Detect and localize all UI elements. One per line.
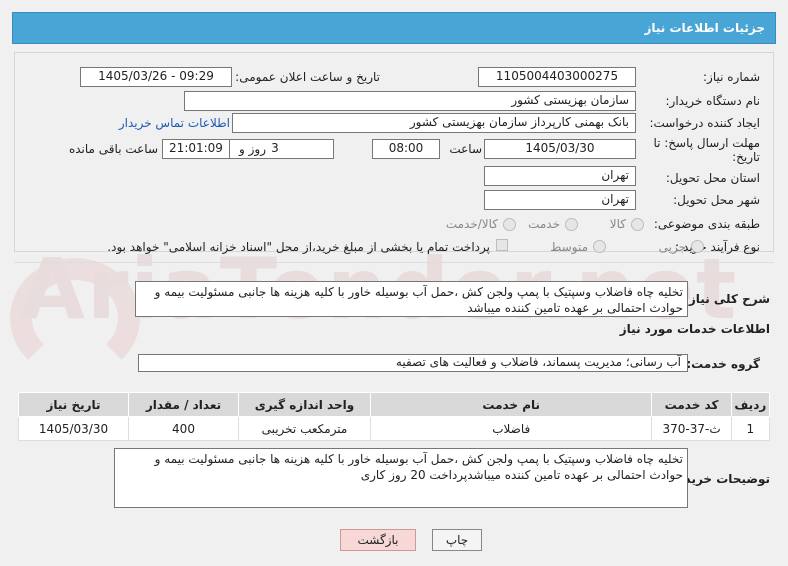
deadline-date-field[interactable]: 1405/03/30 [484,139,636,159]
remaining-time-field[interactable]: 21:01:09 [162,139,230,159]
table-header-row: ردیف کد خدمت نام خدمت واحد اندازه گیری ت… [17,392,771,417]
process-radio-medium[interactable] [593,240,606,253]
divider-1 [14,262,774,263]
col-date: تاریخ نیاز [17,392,130,417]
service-group-field[interactable]: آب رسانی؛ مدیریت پسماند، فاضلاب و فعالیت… [138,354,688,372]
contact-info-link[interactable]: اطلاعات تماس خریدار [119,116,230,130]
print-button[interactable]: چاپ [432,529,482,551]
time-label: ساعت [449,142,482,156]
buyer-notes-textarea[interactable]: تخلیه چاه فاضلاب وسپتیک با پمپ ولجن کش ،… [114,448,688,508]
city-field[interactable]: تهران [484,190,636,210]
cell-unit: مترمکعب تخریبی [237,416,371,441]
back-button[interactable]: بازگشت [340,529,416,551]
deadline-label: مهلت ارسال پاسخ: تا [653,136,760,150]
watermark-logo [10,258,140,378]
col-unit: واحد اندازه گیری [237,392,371,417]
process-label: نوع فرآیند خرید : [675,240,760,254]
cell-name: فاضلاب [369,416,653,441]
category-option-goods: کالا [609,217,626,231]
payment-note: پرداخت تمام یا بخشی از مبلغ خرید،از محل … [107,240,490,254]
announce-field[interactable]: 1405/03/26 - 09:29 [80,67,232,87]
category-option-service: خدمت [528,217,560,231]
category-radio-both[interactable] [503,218,516,231]
page-title: جزئیات اطلاعات نیاز [12,12,776,44]
treasury-checkbox[interactable] [496,239,508,251]
process-radio-minor[interactable] [691,240,704,253]
need-number-field[interactable]: 1105004403000275 [478,67,636,87]
remaining-label: ساعت باقی مانده [68,142,158,156]
deadline-date-label: تاریخ: [732,150,760,164]
category-option-both: کالا/خدمت [445,217,498,231]
buyer-org-label: نام دستگاه خریدار: [665,94,761,108]
need-number-label: شماره نیاز: [703,70,760,84]
province-field[interactable]: تهران [484,166,636,186]
services-table: ردیف کد خدمت نام خدمت واحد اندازه گیری ت… [17,392,771,441]
cell-row: 1 [730,416,771,441]
process-option-minor: جزیی [658,240,686,254]
col-row: ردیف [730,392,771,417]
days-field[interactable]: 3 [216,139,334,159]
deadline-time-field[interactable]: 08:00 [372,139,440,159]
process-option-medium: متوسط [550,240,588,254]
buyer-org-field[interactable]: سازمان بهزیستی کشور [184,91,636,111]
creator-label: ایجاد کننده درخواست: [649,116,760,130]
summary-label: شرح کلی نیاز: [684,292,770,306]
province-label: استان محل تحویل: [665,171,760,185]
category-label: طبقه بندی موضوعی: [653,217,760,231]
announce-label: تاریخ و ساعت اعلان عمومی: [235,70,380,84]
cell-date: 1405/03/30 [17,416,130,441]
services-section-title: اطلاعات خدمات مورد نیاز [619,322,770,336]
service-group-label: گروه خدمت: [686,357,760,371]
creator-field[interactable]: بانک بهمنی کارپرداز سازمان بهزیستی کشور [232,113,636,133]
col-name: نام خدمت [369,392,653,417]
city-label: شهر محل تحویل: [673,193,760,207]
table-row: 1 ث-37-370 فاضلاب مترمکعب تخریبی 400 140… [17,416,771,441]
cell-qty: 400 [128,416,239,441]
cell-code: ث-37-370 [651,416,732,441]
col-qty: تعداد / مقدار [128,392,239,417]
col-code: کد خدمت [651,392,732,417]
category-radio-service[interactable] [565,218,578,231]
category-radio-goods[interactable] [631,218,644,231]
summary-textarea[interactable]: تخلیه چاه فاضلاب وسپتیک با پمپ ولجن کش ،… [135,281,688,317]
days-label: روز و [239,142,266,156]
